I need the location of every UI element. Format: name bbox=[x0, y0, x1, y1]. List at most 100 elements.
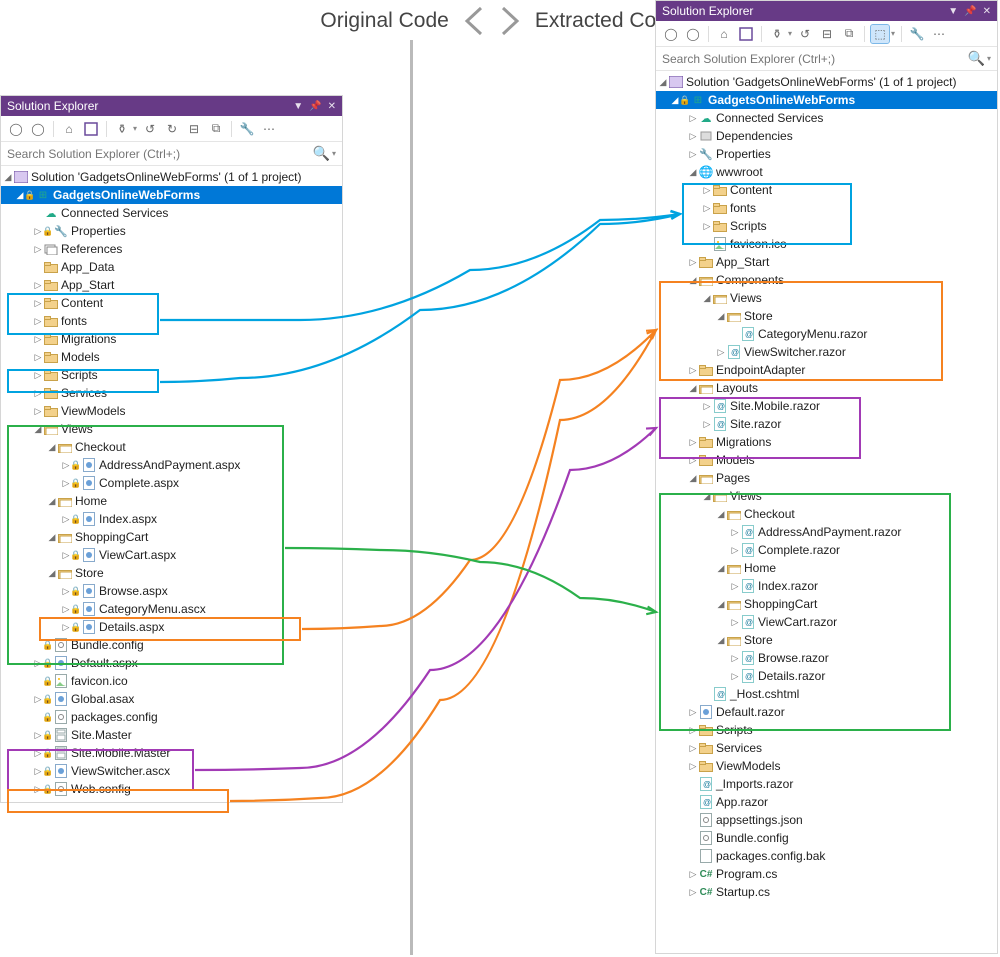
tree-row[interactable]: ▷🔒Browse.aspx bbox=[1, 582, 342, 600]
tree-twisty-icon[interactable]: ▷ bbox=[688, 257, 698, 268]
tree-row[interactable]: ▷🔒AddressAndPayment.aspx bbox=[1, 456, 342, 474]
tree-row[interactable]: ▷Content bbox=[656, 181, 997, 199]
tree-row[interactable]: ▷@Complete.razor bbox=[656, 541, 997, 559]
tree-row[interactable]: ▷@AddressAndPayment.razor bbox=[656, 523, 997, 541]
tree-row[interactable]: 🔒packages.config bbox=[1, 708, 342, 726]
tree-row[interactable]: ◢Home bbox=[656, 559, 997, 577]
back-icon[interactable]: ◯ bbox=[7, 120, 25, 138]
tree-twisty-icon[interactable]: ▷ bbox=[688, 455, 698, 466]
tree-row[interactable]: ◢Store bbox=[1, 564, 342, 582]
tree-twisty-icon[interactable]: ▷ bbox=[688, 437, 698, 448]
tree-twisty-icon[interactable]: ▷ bbox=[688, 707, 698, 718]
tree-row[interactable]: ▷References bbox=[1, 240, 342, 258]
tree-row[interactable]: ◢Views bbox=[656, 289, 997, 307]
tree-twisty-icon[interactable]: ◢ bbox=[47, 568, 57, 579]
tree[interactable]: ◢Solution 'GadgetsOnlineWebForms' (1 of … bbox=[656, 71, 997, 905]
tree-twisty-icon[interactable]: ▷ bbox=[730, 617, 740, 628]
tree-row[interactable]: App_Data bbox=[1, 258, 342, 276]
tree-row[interactable]: ▷C#Program.cs bbox=[656, 865, 997, 883]
tree-row[interactable]: @_Imports.razor bbox=[656, 775, 997, 793]
tree-twisty-icon[interactable]: ▷ bbox=[730, 653, 740, 664]
tree-row[interactable]: ▷🔒Site.Mobile.Master bbox=[1, 744, 342, 762]
tree-row[interactable]: ◢ShoppingCart bbox=[1, 528, 342, 546]
tree-row[interactable]: ▷@Details.razor bbox=[656, 667, 997, 685]
tree-twisty-icon[interactable]: ▷ bbox=[716, 347, 726, 358]
tree-twisty-icon[interactable]: ▷ bbox=[702, 185, 712, 196]
collapse-icon[interactable]: ⊟ bbox=[185, 120, 203, 138]
close-icon[interactable]: ✕ bbox=[328, 101, 336, 112]
tree-twisty-icon[interactable]: ◢ bbox=[716, 563, 726, 574]
tree-row[interactable]: ▷Services bbox=[1, 384, 342, 402]
tree-twisty-icon[interactable]: ▷ bbox=[688, 887, 698, 898]
tree-row[interactable]: ▷App_Start bbox=[656, 253, 997, 271]
tree-row[interactable]: ◢Home bbox=[1, 492, 342, 510]
tree-row[interactable]: ▷Default.razor bbox=[656, 703, 997, 721]
dropdown-icon[interactable]: ▼ bbox=[293, 101, 303, 112]
tree-row[interactable]: ▷🔒Index.aspx bbox=[1, 510, 342, 528]
tree-row[interactable]: ▷Models bbox=[1, 348, 342, 366]
tree-row[interactable]: ▷fonts bbox=[656, 199, 997, 217]
show-all-icon[interactable]: ⧉ bbox=[207, 120, 225, 138]
home-icon[interactable]: ⌂ bbox=[715, 25, 733, 43]
tree-row[interactable]: ▷@ViewSwitcher.razor bbox=[656, 343, 997, 361]
home-icon[interactable]: ⌂ bbox=[60, 120, 78, 138]
tree-row[interactable]: ▷Migrations bbox=[656, 433, 997, 451]
tree-twisty-icon[interactable]: ▷ bbox=[688, 149, 698, 160]
tree-twisty-icon[interactable]: ▷ bbox=[730, 545, 740, 556]
tree-twisty-icon[interactable]: ▷ bbox=[702, 401, 712, 412]
close-icon[interactable]: ✕ bbox=[983, 6, 991, 17]
tree-row[interactable]: ▷Scripts bbox=[656, 721, 997, 739]
tree-twisty-icon[interactable]: ▷ bbox=[688, 131, 698, 142]
tree-twisty-icon[interactable]: ▷ bbox=[730, 671, 740, 682]
tree-row[interactable]: ☁Connected Services bbox=[1, 204, 342, 222]
tree-row[interactable]: ▷Models bbox=[656, 451, 997, 469]
tree-twisty-icon[interactable]: ▷ bbox=[688, 725, 698, 736]
tree-twisty-icon[interactable]: ▷ bbox=[688, 743, 698, 754]
tree-row[interactable]: ▷Scripts bbox=[656, 217, 997, 235]
solution-row[interactable]: ◢Solution 'GadgetsOnlineWebForms' (1 of … bbox=[1, 168, 342, 186]
preview-icon[interactable]: ⋯ bbox=[260, 120, 278, 138]
preview-icon[interactable]: ⋯ bbox=[930, 25, 948, 43]
tree-row[interactable]: @App.razor bbox=[656, 793, 997, 811]
tree-row[interactable]: ▷🔒Web.config bbox=[1, 780, 342, 798]
project-row[interactable]: ◢🔒⊞GadgetsOnlineWebForms bbox=[1, 186, 342, 204]
tree-row[interactable]: ◢Store bbox=[656, 307, 997, 325]
tree-row[interactable]: ◢Pages bbox=[656, 469, 997, 487]
back-icon[interactable]: ◯ bbox=[662, 25, 680, 43]
tree-twisty-icon[interactable]: ◢ bbox=[47, 442, 57, 453]
forward-icon[interactable]: ◯ bbox=[29, 120, 47, 138]
pin-icon[interactable]: 📌 bbox=[964, 6, 976, 17]
tree-row[interactable]: ▷🔒ViewSwitcher.ascx bbox=[1, 762, 342, 780]
tree-row[interactable]: 🔒favicon.ico bbox=[1, 672, 342, 690]
refresh-icon[interactable]: ↻ bbox=[163, 120, 181, 138]
tree-row[interactable]: ◢🌐wwwroot bbox=[656, 163, 997, 181]
tree-row[interactable]: ▷Migrations bbox=[1, 330, 342, 348]
tree-row[interactable]: @_Host.cshtml bbox=[656, 685, 997, 703]
forward-icon[interactable]: ◯ bbox=[684, 25, 702, 43]
switch-views-icon[interactable] bbox=[82, 120, 100, 138]
tree-row[interactable]: ▷Scripts bbox=[1, 366, 342, 384]
tree-row[interactable]: Bundle.config bbox=[656, 829, 997, 847]
tree-row[interactable]: ▷🔒🔧Properties bbox=[1, 222, 342, 240]
tree-twisty-icon[interactable]: ▷ bbox=[33, 298, 43, 309]
tree-row[interactable]: ▷🔒ViewCart.aspx bbox=[1, 546, 342, 564]
tree-twisty-icon[interactable]: ▷ bbox=[33, 406, 43, 417]
tree-row[interactable]: ◢Checkout bbox=[656, 505, 997, 523]
tree-row[interactable]: ▷@Index.razor bbox=[656, 577, 997, 595]
tree-row[interactable]: 🔒Bundle.config bbox=[1, 636, 342, 654]
tree-row[interactable]: ▷☁Connected Services bbox=[656, 109, 997, 127]
tree-twisty-icon[interactable]: ◢ bbox=[716, 599, 726, 610]
filter-icon[interactable]: ⚱ bbox=[113, 120, 131, 138]
titlebar[interactable]: Solution Explorer ▼ 📌 ✕ bbox=[656, 1, 997, 21]
tree-row[interactable]: ▷🔒CategoryMenu.ascx bbox=[1, 600, 342, 618]
tree-row[interactable]: ▷EndpointAdapter bbox=[656, 361, 997, 379]
track-active-icon[interactable]: ⬚ bbox=[871, 25, 889, 43]
tree-twisty-icon[interactable]: ▷ bbox=[702, 221, 712, 232]
tree-row[interactable]: favicon.ico bbox=[656, 235, 997, 253]
tree-row[interactable]: ▷ViewModels bbox=[656, 757, 997, 775]
search-bar[interactable]: 🔍▾ bbox=[1, 142, 342, 166]
tree-row[interactable]: packages.config.bak bbox=[656, 847, 997, 865]
tree-row[interactable]: ◢ShoppingCart bbox=[656, 595, 997, 613]
collapse-icon[interactable]: ⊟ bbox=[818, 25, 836, 43]
tree-twisty-icon[interactable]: ◢ bbox=[658, 77, 668, 88]
